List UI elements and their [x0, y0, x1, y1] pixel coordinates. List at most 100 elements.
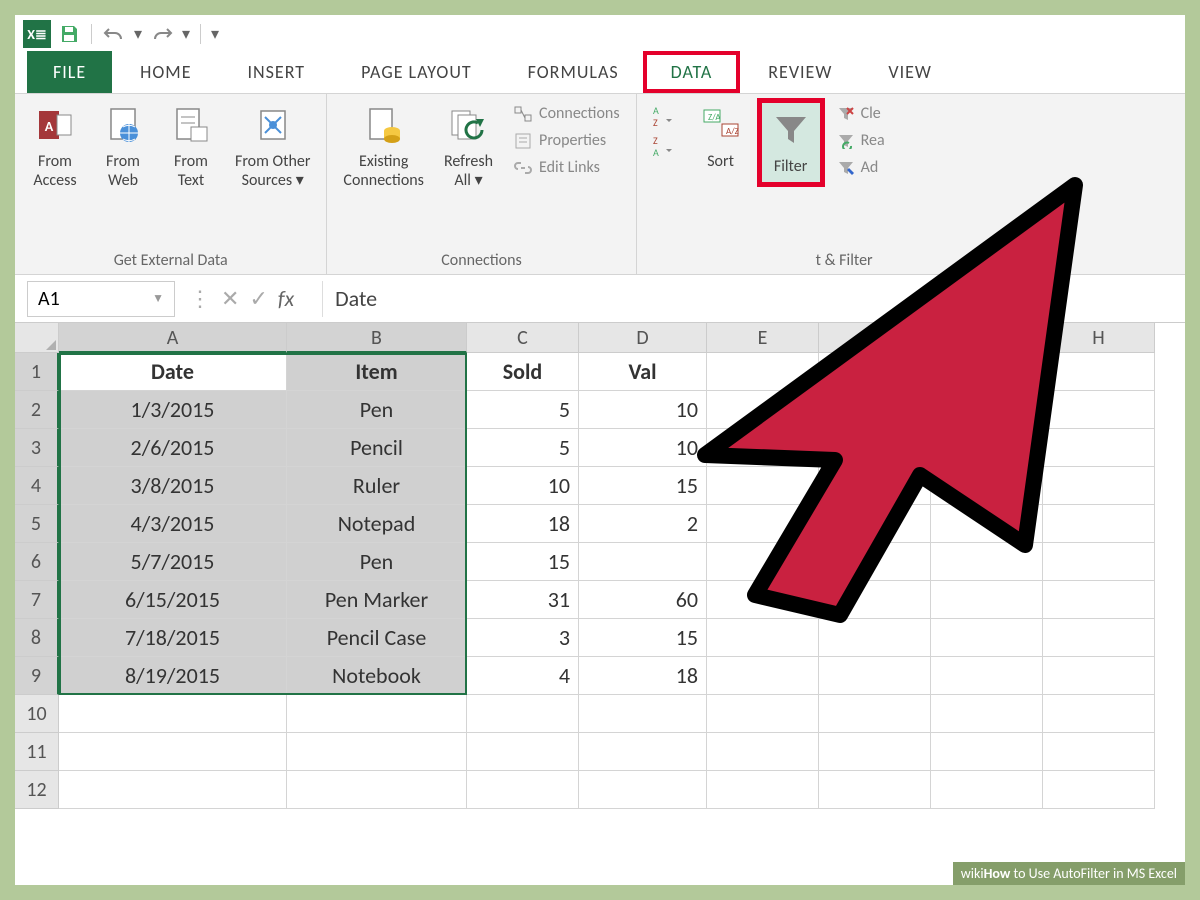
cell-F5[interactable] [819, 505, 931, 543]
row-header-9[interactable]: 9 [15, 657, 59, 695]
qat-customize[interactable]: ▾ [209, 20, 221, 48]
tab-data[interactable]: DATA [643, 51, 741, 93]
cell-H5[interactable] [1043, 505, 1155, 543]
cell-E3[interactable] [707, 429, 819, 467]
sort-za-button[interactable]: ZA [651, 134, 679, 158]
cell-D12[interactable] [579, 771, 707, 809]
from-web-button[interactable]: From Web [91, 98, 155, 196]
cell-C1[interactable]: Sold [467, 353, 579, 391]
cell-F9[interactable] [819, 657, 931, 695]
cell-A5[interactable]: 4/3/2015 [59, 505, 287, 543]
cell-H3[interactable] [1043, 429, 1155, 467]
cell-A8[interactable]: 7/18/2015 [59, 619, 287, 657]
cell-B8[interactable]: Pencil Case [287, 619, 467, 657]
cell-D4[interactable]: 15 [579, 467, 707, 505]
cell-F3[interactable] [819, 429, 931, 467]
row-header-4[interactable]: 4 [15, 467, 59, 505]
cell-F10[interactable] [819, 695, 931, 733]
cell-G2[interactable] [931, 391, 1043, 429]
cell-D1[interactable]: Val [579, 353, 707, 391]
cell-D11[interactable] [579, 733, 707, 771]
cell-B1[interactable]: Item [287, 353, 467, 391]
cell-E4[interactable] [707, 467, 819, 505]
cell-B12[interactable] [287, 771, 467, 809]
reapply-button[interactable]: Rea [833, 129, 889, 152]
col-header-E[interactable]: E [707, 323, 819, 353]
cell-G9[interactable] [931, 657, 1043, 695]
col-header-C[interactable]: C [467, 323, 579, 353]
cell-C2[interactable]: 5 [467, 391, 579, 429]
advanced-filter-button[interactable]: Ad [833, 156, 889, 179]
cell-F12[interactable] [819, 771, 931, 809]
cell-D5[interactable]: 2 [579, 505, 707, 543]
cell-G5[interactable] [931, 505, 1043, 543]
cell-F6[interactable] [819, 543, 931, 581]
cell-E6[interactable] [707, 543, 819, 581]
cell-E10[interactable] [707, 695, 819, 733]
cell-C6[interactable]: 15 [467, 543, 579, 581]
cell-H4[interactable] [1043, 467, 1155, 505]
tab-formulas[interactable]: FORMULAS [500, 51, 647, 93]
row-header-11[interactable]: 11 [15, 733, 59, 771]
cell-H8[interactable] [1043, 619, 1155, 657]
cell-H11[interactable] [1043, 733, 1155, 771]
cell-B11[interactable] [287, 733, 467, 771]
cell-A11[interactable] [59, 733, 287, 771]
sort-button[interactable]: Z/AA/Z Sort [689, 98, 753, 177]
cell-H7[interactable] [1043, 581, 1155, 619]
cell-G8[interactable] [931, 619, 1043, 657]
redo-dropdown[interactable]: ▾ [180, 20, 192, 48]
connections-button[interactable]: Connections [509, 102, 624, 125]
cell-F2[interactable] [819, 391, 931, 429]
cell-G11[interactable] [931, 733, 1043, 771]
col-header-B[interactable]: B [287, 323, 467, 353]
cell-E11[interactable] [707, 733, 819, 771]
col-header-F[interactable]: F [819, 323, 931, 353]
cell-F8[interactable] [819, 619, 931, 657]
cell-A4[interactable]: 3/8/2015 [59, 467, 287, 505]
formula-options-icon[interactable]: ⋮ [189, 285, 211, 312]
cancel-formula-icon[interactable]: ✕ [221, 285, 239, 312]
cell-C11[interactable] [467, 733, 579, 771]
tab-insert[interactable]: INSERT [219, 51, 333, 93]
cell-E7[interactable] [707, 581, 819, 619]
undo-button[interactable] [100, 20, 128, 48]
cell-E2[interactable] [707, 391, 819, 429]
cell-B10[interactable] [287, 695, 467, 733]
from-text-button[interactable]: From Text [159, 98, 223, 196]
existing-connections-button[interactable]: Existing Connections [335, 98, 432, 196]
cell-F11[interactable] [819, 733, 931, 771]
cell-A10[interactable] [59, 695, 287, 733]
cell-A9[interactable]: 8/19/2015 [59, 657, 287, 695]
cell-D8[interactable]: 15 [579, 619, 707, 657]
cell-F1[interactable] [819, 353, 931, 391]
row-header-3[interactable]: 3 [15, 429, 59, 467]
row-header-8[interactable]: 8 [15, 619, 59, 657]
cell-B7[interactable]: Pen Marker [287, 581, 467, 619]
cell-D3[interactable]: 10 [579, 429, 707, 467]
cell-G4[interactable] [931, 467, 1043, 505]
clear-filter-button[interactable]: Cle [833, 102, 889, 125]
cell-C5[interactable]: 18 [467, 505, 579, 543]
cell-G1[interactable] [931, 353, 1043, 391]
cell-B9[interactable]: Notebook [287, 657, 467, 695]
row-header-2[interactable]: 2 [15, 391, 59, 429]
cell-G3[interactable] [931, 429, 1043, 467]
cell-D7[interactable]: 60 [579, 581, 707, 619]
tab-page-layout[interactable]: PAGE LAYOUT [333, 51, 500, 93]
cell-H12[interactable] [1043, 771, 1155, 809]
from-other-sources-button[interactable]: From Other Sources ▾ [227, 98, 318, 196]
cell-B6[interactable]: Pen [287, 543, 467, 581]
row-header-6[interactable]: 6 [15, 543, 59, 581]
select-all-corner[interactable] [15, 323, 59, 353]
cell-E5[interactable] [707, 505, 819, 543]
cell-F7[interactable] [819, 581, 931, 619]
cell-B5[interactable]: Notepad [287, 505, 467, 543]
cell-F4[interactable] [819, 467, 931, 505]
cell-C12[interactable] [467, 771, 579, 809]
filter-button[interactable]: Filter [757, 98, 825, 187]
row-header-5[interactable]: 5 [15, 505, 59, 543]
cell-H9[interactable] [1043, 657, 1155, 695]
cell-A12[interactable] [59, 771, 287, 809]
cell-H1[interactable] [1043, 353, 1155, 391]
